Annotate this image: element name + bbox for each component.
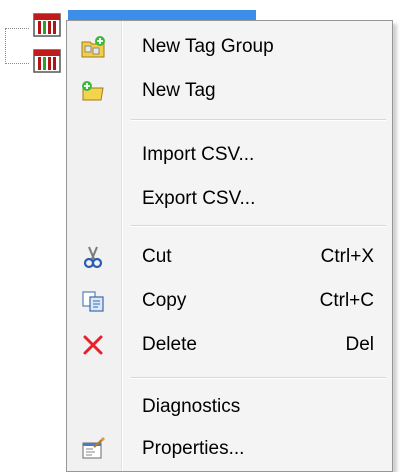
menu-item-label: New Tag (142, 80, 216, 101)
menu-separator (131, 377, 386, 379)
menu-item-shortcut: Ctrl+X (320, 246, 374, 267)
menu-item-label: Delete (142, 334, 197, 355)
menu-item-label: Cut (142, 246, 172, 267)
menu-item-label: Properties... (142, 438, 245, 459)
menu-item-label: Copy (142, 290, 187, 311)
menu-item-export-csv[interactable]: Export CSV... (67, 177, 392, 221)
menu-item-shortcut: Ctrl+C (319, 290, 374, 311)
menu-separator (131, 225, 386, 227)
menu-item-label: Diagnostics (142, 396, 241, 417)
menu-item-label: Import CSV... (142, 144, 255, 165)
menu-item-diagnostics[interactable]: Diagnostics (67, 385, 392, 429)
menu-item-label: New Tag Group (142, 36, 274, 57)
menu-item-cut[interactable]: Cut Ctrl+X (67, 235, 392, 279)
menu-item-import-csv[interactable]: Import CSV... (67, 133, 392, 177)
new-tag-icon (80, 79, 106, 103)
scissors-icon (80, 245, 106, 269)
menu-item-delete[interactable]: Delete Del (67, 323, 392, 367)
context-menu: New Tag Group New Tag Import CSV... Expo… (66, 20, 393, 472)
tree-connector (5, 28, 29, 29)
tree-connector (5, 28, 6, 64)
menu-item-properties[interactable]: Properties... (67, 427, 392, 471)
copy-icon (80, 289, 106, 313)
tree-node-icon[interactable] (30, 10, 66, 42)
tree-node-icon[interactable] (30, 46, 66, 78)
new-tag-group-icon (80, 35, 106, 59)
properties-icon (80, 437, 106, 461)
menu-item-label: Export CSV... (142, 188, 256, 209)
menu-item-copy[interactable]: Copy Ctrl+C (67, 279, 392, 323)
delete-x-icon (80, 333, 106, 357)
menu-separator (131, 119, 386, 121)
menu-item-shortcut: Del (345, 334, 374, 355)
menu-item-new-tag[interactable]: New Tag (67, 69, 392, 113)
tree-connector (5, 63, 29, 64)
menu-item-new-tag-group[interactable]: New Tag Group (67, 25, 392, 69)
